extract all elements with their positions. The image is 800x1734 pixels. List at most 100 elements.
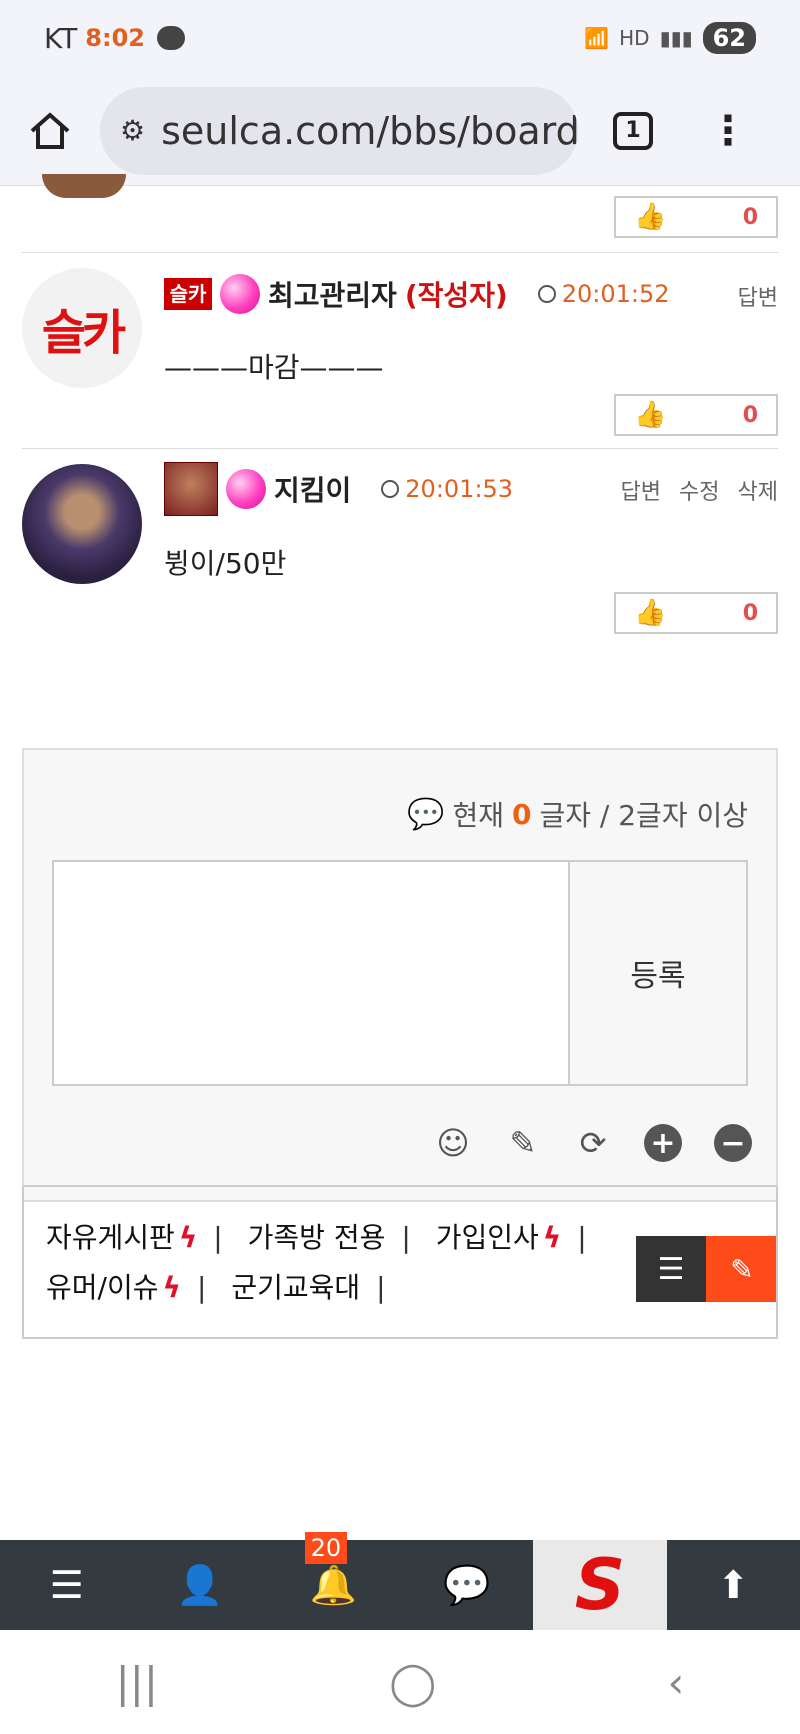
comment-header: 슬카 최고관리자 (작성자) 20:01:52 [164,274,669,314]
battery-level: 62 [702,22,756,54]
site-logo-button[interactable]: S [533,1540,667,1630]
address-bar[interactable]: ⚙ seulca.com/bbs/board [100,86,578,175]
count-prefix: 현재 [452,799,504,832]
message-notification-icon [157,26,185,50]
home-button[interactable] [0,109,100,153]
delete-button[interactable]: 삭제 [738,474,778,506]
status-icons: 📶 HD ▮▮▮ 62 [584,22,756,54]
refresh-icon[interactable]: ⟳ [574,1124,612,1162]
char-counter: 💬 현재 0 글자 / 2글자 이상 [407,794,748,834]
speech-bubble-icon: 💬 [407,796,445,832]
board-link-free[interactable]: 자유게시판 [46,1221,175,1254]
user-icon: 👤 [176,1562,224,1607]
reply-button[interactable]: 답변 [738,280,778,312]
pencil-icon[interactable]: ✎ [504,1124,542,1162]
menu-button[interactable]: ☰ [0,1540,133,1630]
board-link-humor[interactable]: 유머/이슈 [46,1271,158,1304]
clock-icon [381,480,400,498]
home-icon [30,111,70,149]
separator: | [577,1221,587,1254]
clock-icon [537,285,556,303]
nickname[interactable]: 최고관리자 [268,274,397,314]
count-value: 0 [512,797,532,831]
thumbs-up-icon: 👍 [634,598,667,628]
system-nav-bar: ||| ◯ ‹ [0,1630,800,1734]
chat-icon: 💬 [442,1562,491,1607]
home-circle-icon[interactable]: ◯ [389,1658,436,1707]
divider [22,448,778,449]
edit-button[interactable]: 수정 [679,474,719,506]
comment-actions: 답변 수정 삭제 [621,474,778,506]
comment-time: 20:01:53 [381,475,513,503]
bottom-nav: ☰ 👤 20 🔔 💬 S ⬆ [0,1532,800,1630]
url-text: seulca.com/bbs/board [161,108,578,153]
minus-icon[interactable]: − [714,1124,752,1162]
count-suffix: 글자 / 2글자 이상 [539,799,748,832]
back-icon[interactable]: ‹ [668,1658,685,1707]
comment-tools: ☺ ✎ ⟳ + − [434,1124,752,1162]
hot-icon: ϟ [542,1221,562,1254]
emoticon-icon[interactable]: ☺ [434,1124,472,1162]
tab-count: 1 [613,111,653,150]
avatar [22,464,142,584]
site-settings-icon[interactable]: ⚙ [120,114,145,147]
board-link-greetings[interactable]: 가입인사 [436,1221,539,1254]
level-badge-image [164,462,218,516]
author-tag: (작성자) [404,279,508,312]
notifications-button[interactable]: 20 🔔 [267,1532,400,1630]
thumbs-up-icon: 👍 [634,400,667,430]
comment-body: 뷩이/50만 [164,547,287,580]
avatar: 슬카 [22,268,142,388]
more-menu-icon[interactable]: ⋮ [688,108,768,154]
hd-label: HD [619,26,650,50]
like-count: 0 [742,204,758,230]
comment-textarea[interactable] [52,860,570,1086]
like-count: 0 [742,600,758,626]
board-link-family[interactable]: 가족방 전용 [248,1221,386,1254]
tab-switcher-button[interactable]: 1 [578,111,688,150]
rank-orb-icon [220,274,260,314]
carrier: KT [44,21,78,55]
recents-icon[interactable]: ||| [116,1658,158,1707]
comment-write-box: 💬 현재 0 글자 / 2글자 이상 등록 ☺ ✎ ⟳ + − [22,748,778,1202]
like-button[interactable]: 👍 0 [614,592,778,634]
comment-header: 지킴이 20:01:53 [164,462,513,516]
avatar [42,174,126,198]
reply-button[interactable]: 답변 [621,474,661,506]
signal-icon: ▮▮▮ [659,26,693,50]
board-link-discipline[interactable]: 군기교육대 [231,1271,360,1304]
scroll-top-button[interactable]: ⬆ [667,1540,800,1630]
status-bar: KT 8:02 📶 HD ▮▮▮ 62 [0,0,800,76]
comment-body: ———마감——— [164,351,384,384]
chat-button[interactable]: 💬 [400,1540,533,1630]
plus-icon[interactable]: + [644,1124,682,1162]
level-badge: 슬카 [164,278,212,310]
rank-orb-icon [226,469,266,509]
nickname[interactable]: 지킴이 [274,469,351,509]
thumbs-up-icon: 👍 [634,202,667,232]
time-text: 20:01:52 [561,280,670,308]
comment-actions: 답변 [738,280,778,312]
divider [22,252,778,253]
like-button[interactable]: 👍 0 [614,196,778,238]
time-text: 20:01:53 [405,475,514,503]
hamburger-icon: ☰ [49,1563,84,1607]
comment-time: 20:01:52 [537,280,670,308]
clock-time: 8:02 [85,24,145,52]
separator: | [401,1221,411,1254]
arrow-up-icon: ⬆ [717,1563,750,1607]
hot-icon: ϟ [178,1221,198,1254]
profile-button[interactable]: 👤 [133,1540,266,1630]
wifi-icon: 📶 [584,26,610,50]
separator: | [196,1271,207,1304]
like-count: 0 [742,402,758,428]
hot-icon: ϟ [162,1271,181,1304]
separator: | [213,1221,223,1254]
browser-toolbar: ⚙ seulca.com/bbs/board 1 ⋮ [0,76,800,186]
board-links: 자유게시판 ϟ | 가족방 전용 | 가입인사 ϟ | 유머/이슈 ϟ | 군기교육대 | [22,1185,778,1339]
bell-icon: 🔔 [309,1562,357,1607]
submit-button[interactable]: 등록 [570,860,748,1086]
separator: | [376,1271,386,1304]
notification-badge: 20 [304,1532,348,1564]
like-button[interactable]: 👍 0 [614,394,778,436]
